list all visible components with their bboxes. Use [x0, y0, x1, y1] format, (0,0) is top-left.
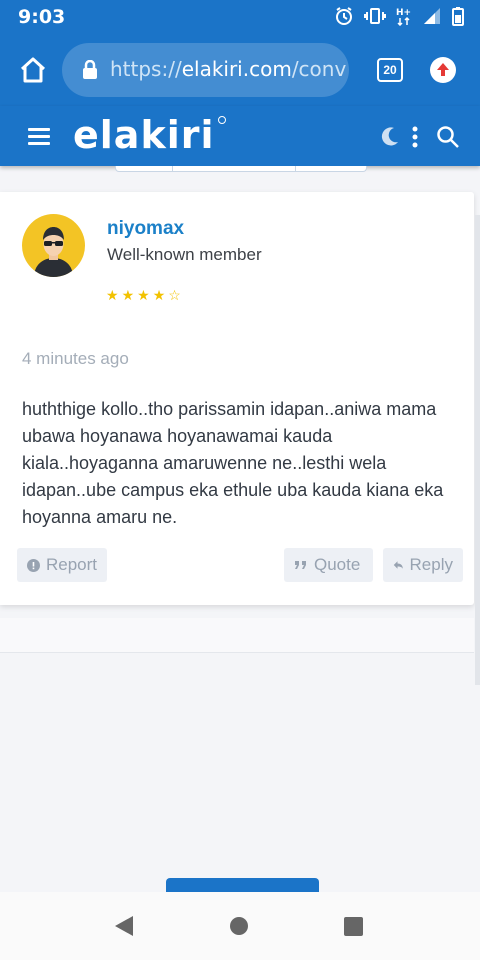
post-body: huththige kollo..tho parissamin idapan..… [22, 399, 444, 527]
back-icon[interactable] [114, 915, 134, 937]
search-icon[interactable] [436, 125, 460, 149]
data-hplus-icon: H+ [396, 8, 411, 26]
user-title: Well-known member [107, 245, 262, 264]
url-field[interactable]: https://elakiri.com/conv [62, 43, 349, 97]
url-host: elakiri.com [181, 57, 292, 81]
star-icon: ★ [152, 287, 166, 303]
vibrate-icon [364, 8, 386, 24]
star-icon: ★ [106, 287, 119, 303]
site-logo[interactable]: elakiri [73, 113, 215, 157]
recent-apps-icon[interactable] [344, 917, 363, 936]
signal-icon [424, 8, 440, 24]
url-scheme: https:// [110, 57, 182, 81]
star-icon: ★ [121, 287, 135, 303]
site-header: elakiri [0, 106, 480, 166]
report-label: Report [45, 555, 97, 574]
lock-icon [83, 60, 97, 79]
hamburger-menu-icon[interactable] [28, 128, 50, 145]
quote-label: Quote [314, 555, 361, 574]
half-star-icon: ☆ [168, 287, 181, 303]
user-rating-stars: ★ ★ ★ ★ ☆ [106, 288, 181, 302]
moon-icon[interactable] [380, 126, 400, 148]
user-avatar-icon [34, 227, 73, 277]
quote-icon [295, 561, 306, 569]
alarm-icon [336, 7, 352, 25]
star-icon: ★ [137, 287, 150, 303]
status-bar: 9:03 H+ [0, 0, 480, 34]
status-icons: H+ [334, 5, 464, 27]
quote-button[interactable]: Quote [284, 548, 373, 582]
floating-action-button[interactable] [166, 878, 319, 892]
post-timestamp[interactable]: 4 minutes ago [22, 349, 129, 369]
report-button[interactable]: Report [17, 548, 107, 582]
pagination-remnant [115, 166, 367, 172]
upload-arrow-icon [437, 63, 449, 76]
registered-mark [218, 116, 226, 124]
scrollbar-track[interactable] [475, 215, 480, 685]
home-circle-icon[interactable] [230, 917, 248, 935]
browser-menu-button[interactable] [430, 57, 456, 83]
tab-switcher-button[interactable]: 20 [377, 58, 403, 82]
reply-icon [393, 561, 403, 569]
url-path: /conv [291, 57, 347, 81]
alert-icon [27, 558, 40, 572]
reply-label: Reply [409, 555, 453, 574]
reply-button[interactable]: Reply [383, 548, 463, 582]
more-options-icon[interactable] [411, 126, 419, 148]
battery-icon [452, 7, 464, 26]
svg-text:H+: H+ [396, 8, 411, 18]
browser-toolbar: https://elakiri.com/conv 20 [0, 34, 480, 106]
avatar[interactable] [22, 214, 85, 277]
next-post-card [0, 618, 474, 653]
url-text: https://elakiri.com/conv [110, 57, 346, 81]
post-username[interactable]: niyomax [107, 218, 184, 240]
status-time: 9:03 [18, 6, 66, 28]
home-icon[interactable] [17, 54, 49, 86]
